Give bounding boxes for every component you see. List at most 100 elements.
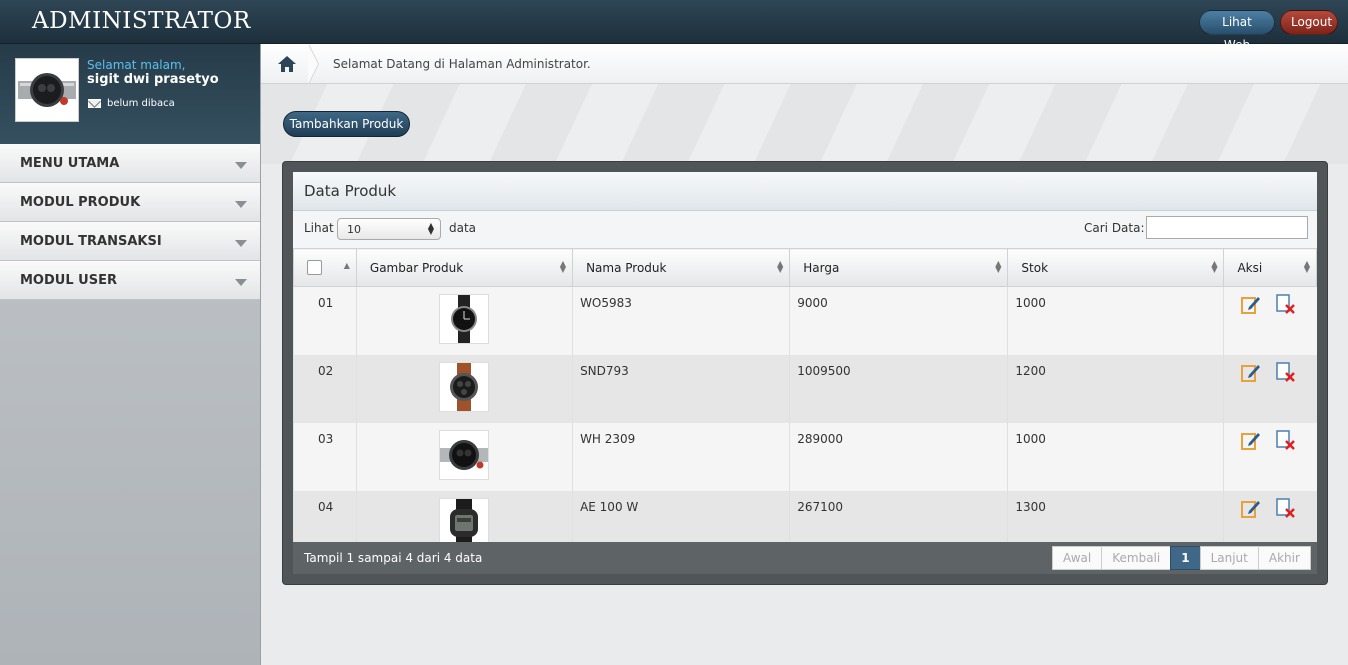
sidebar: Selamat malam, sigit dwi prasetyo belum … <box>0 44 261 665</box>
row-number: 03 <box>293 423 357 491</box>
delete-icon[interactable] <box>1275 498 1296 518</box>
select-arrows-icon: ▲ ▼ <box>427 221 434 236</box>
messages-link[interactable]: belum dibaca <box>88 98 175 109</box>
sidebar-item-label: MODUL PRODUK <box>20 195 141 210</box>
chevron-down-icon <box>235 279 247 286</box>
breadcrumb-separator-inner <box>308 44 318 84</box>
pager-last-button[interactable]: Akhir <box>1257 546 1311 570</box>
pagination-info: Tampil 1 sampai 4 dari 4 data <box>304 551 483 565</box>
product-price: 289000 <box>789 423 1008 491</box>
edit-icon[interactable] <box>1241 362 1261 382</box>
profile-panel: Selamat malam, sigit dwi prasetyo belum … <box>0 44 260 144</box>
product-name: WO5983 <box>572 286 790 355</box>
pager-first-button[interactable]: Awal <box>1052 546 1103 570</box>
product-name: SND793 <box>572 355 790 423</box>
product-image-cell <box>355 286 573 355</box>
lihat-web-button[interactable]: Lihat Web <box>1199 10 1275 52</box>
sidebar-item-label: MENU UTAMA <box>20 156 120 171</box>
pager-next-button[interactable]: Lanjut <box>1199 546 1259 570</box>
row-number: 02 <box>293 355 357 423</box>
column-header-gambar[interactable]: Gambar Produk ▲ ▼ <box>355 248 574 287</box>
logout-button[interactable]: Logout <box>1280 10 1338 35</box>
edit-icon[interactable] <box>1241 430 1261 450</box>
column-header-aksi[interactable]: Aksi ▲ ▼ <box>1223 248 1317 287</box>
row-actions <box>1223 286 1317 355</box>
watch-thumbnail[interactable] <box>439 430 490 480</box>
product-stock: 1200 <box>1007 355 1224 423</box>
row-number: 01 <box>293 286 357 355</box>
avatar <box>15 58 79 122</box>
sidebar-item-menu-utama[interactable]: MENU UTAMA <box>0 144 260 183</box>
column-label: Harga <box>803 260 840 275</box>
product-name: WH 2309 <box>572 423 790 491</box>
breadcrumb: Selamat Datang di Halaman Administrator. <box>261 44 1348 84</box>
sort-icon: ▲ ▼ <box>995 259 1002 274</box>
delete-icon[interactable] <box>1275 362 1296 382</box>
sidebar-item-modul-user[interactable]: MODUL USER <box>0 261 260 300</box>
table-row: 02 SND793 1009500 1200 <box>293 355 1317 423</box>
table-row: 03 WH 2309 289000 1000 <box>293 423 1317 491</box>
product-price: 9000 <box>789 286 1008 355</box>
watch-thumbnail[interactable] <box>439 294 490 344</box>
search-input[interactable] <box>1146 216 1308 239</box>
sidebar-item-modul-produk[interactable]: MODUL PRODUK <box>0 183 260 222</box>
sidebar-item-modul-transaksi[interactable]: MODUL TRANSAKSI <box>0 222 260 261</box>
breadcrumb-text: Selamat Datang di Halaman Administrator. <box>333 57 591 71</box>
sort-icon: ▲ ▼ <box>1211 259 1218 274</box>
panel-header: Data Produk <box>293 172 1317 211</box>
greeting-text: Selamat malam, <box>87 58 186 72</box>
edit-icon[interactable] <box>1241 294 1261 314</box>
data-produk-panel: Data Produk Lihat 10 ▲▼ data Cari Data: <box>282 161 1328 585</box>
top-bar: ADMINISTRATOR Lihat Web Logout <box>0 0 1348 52</box>
chevron-down-icon <box>235 201 247 208</box>
pager-prev-button[interactable]: Kembali <box>1101 546 1172 570</box>
watch-icon <box>18 73 76 107</box>
data-label: data <box>449 221 477 235</box>
chevron-down-icon <box>235 162 247 169</box>
user-name: sigit dwi prasetyo <box>87 72 219 87</box>
sort-asc-icon: ▲ <box>343 261 350 270</box>
sort-icon: ▲ ▼ <box>777 259 784 274</box>
chevron-down-icon <box>235 240 247 247</box>
pagination: Awal Kembali 1 Lanjut Akhir <box>1052 546 1311 570</box>
column-label: Aksi <box>1237 260 1263 275</box>
home-icon <box>278 56 296 72</box>
row-actions <box>1223 423 1317 491</box>
add-product-button[interactable]: Tambahkan Produk <box>283 111 410 137</box>
product-image-cell <box>355 355 573 423</box>
panel-title: Data Produk <box>304 182 397 200</box>
search-label: Cari Data: <box>1084 221 1145 235</box>
mail-icon <box>88 99 101 108</box>
product-price: 1009500 <box>789 355 1008 423</box>
column-header-nama[interactable]: Nama Produk ▲ ▼ <box>572 248 791 287</box>
page-size-select[interactable]: 10 ▲ ▼ <box>337 218 441 240</box>
watch-thumbnail[interactable] <box>439 362 490 412</box>
delete-icon[interactable] <box>1275 294 1296 314</box>
select-all-header[interactable]: ▲ <box>293 248 357 287</box>
panel-footer: Tampil 1 sampai 4 dari 4 data Awal Kemba… <box>293 542 1317 574</box>
sort-icon: ▲ ▼ <box>559 259 567 274</box>
sidebar-item-label: MODUL USER <box>20 273 117 288</box>
table-controls: Lihat 10 ▲ ▼ data Cari Data: <box>293 211 1317 248</box>
sort-icon: ▲ ▼ <box>1303 259 1310 274</box>
product-stock: 1000 <box>1007 286 1224 355</box>
column-header-stok[interactable]: Stok ▲ ▼ <box>1007 248 1225 287</box>
column-label: Stok <box>1021 260 1049 275</box>
sidebar-item-label: MODUL TRANSAKSI <box>20 234 162 249</box>
edit-icon[interactable] <box>1241 498 1261 518</box>
home-link[interactable] <box>261 44 311 84</box>
product-table: ▲ Gambar Produk ▲ ▼ Nama Produk ▲ ▼ Harga … <box>293 248 1317 559</box>
column-label: Nama Produk <box>586 260 667 275</box>
row-actions <box>1223 355 1317 423</box>
app-title: ADMINISTRATOR <box>32 8 251 34</box>
messages-label: belum dibaca <box>107 98 175 109</box>
select-all-checkbox[interactable] <box>307 260 322 275</box>
watch-thumbnail[interactable] <box>439 498 490 548</box>
product-image-cell <box>355 423 573 491</box>
delete-icon[interactable] <box>1275 430 1296 450</box>
show-label: Lihat <box>304 221 334 235</box>
column-label: Gambar Produk <box>369 260 464 275</box>
column-header-harga[interactable]: Harga ▲ ▼ <box>789 248 1009 287</box>
pager-page-1[interactable]: 1 <box>1170 546 1201 570</box>
product-stock: 1000 <box>1007 423 1224 491</box>
